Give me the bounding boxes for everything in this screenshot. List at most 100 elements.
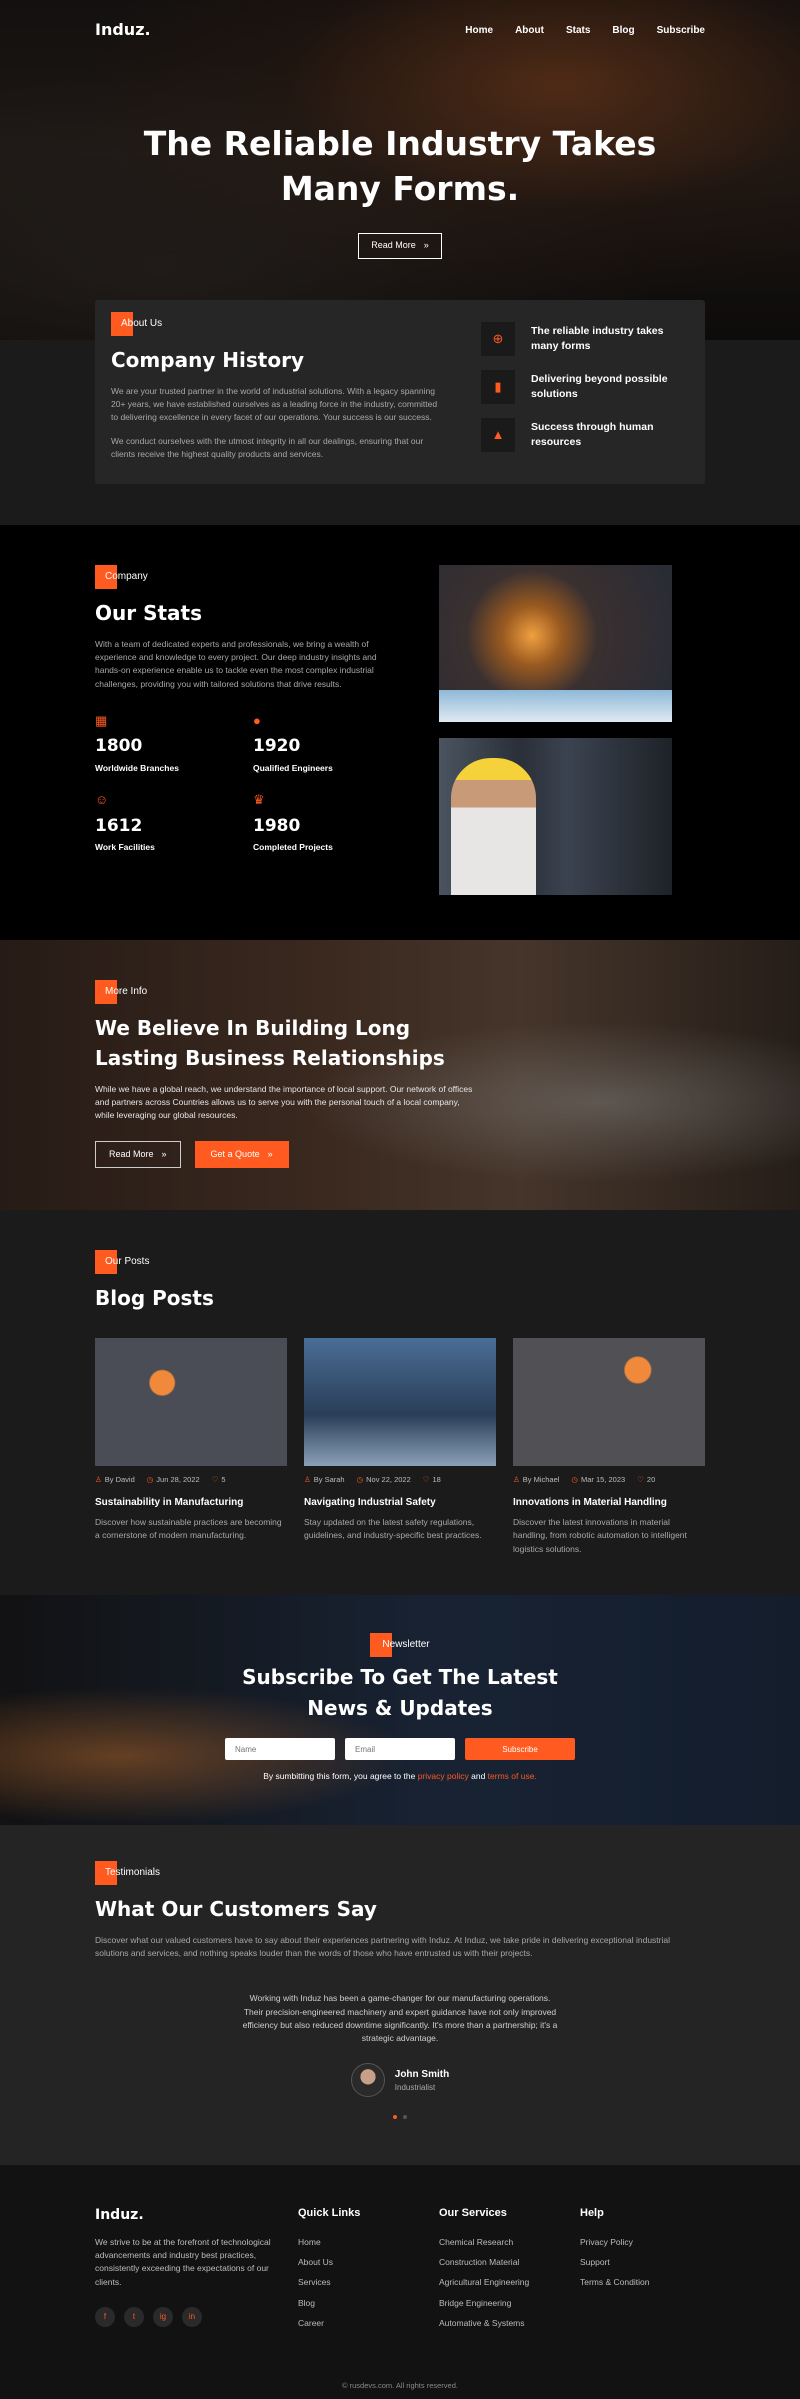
- blog-cards: ♙ By David ◷ Jun 28, 2022 ♡ 5 Sustainabilit…: [95, 1338, 705, 1556]
- blog-card[interactable]: ♙ By Michael ◷ Mar 15, 2023 ♡ 20 Innovation…: [513, 1338, 705, 1556]
- footer-link[interactable]: Support: [580, 2252, 649, 2272]
- nav-item-about[interactable]: About: [515, 23, 544, 38]
- post-title[interactable]: Navigating Industrial Safety: [304, 1495, 496, 1510]
- help-links: Help Privacy Policy Support Terms & Cond…: [580, 2205, 649, 2293]
- twitter-icon[interactable]: t: [124, 2306, 144, 2327]
- footer-link[interactable]: Terms & Condition: [580, 2272, 649, 2292]
- instagram-icon[interactable]: ig: [153, 2306, 173, 2327]
- nav-item-subscribe[interactable]: Subscribe: [657, 23, 705, 38]
- stats-paragraph: With a team of dedicated experts and pro…: [95, 639, 377, 689]
- blog-section: Our Posts Blog Posts ♙ By David ◷ Jun 28, …: [0, 1210, 800, 1595]
- agreement-text: By sumbitting this form, you agree to th…: [263, 1771, 537, 1781]
- thumbs-up-icon: ▲: [481, 418, 515, 452]
- avatar: [350, 2063, 385, 2098]
- terms-of-use-link[interactable]: terms of use.: [488, 1771, 537, 1781]
- stat-label: Qualified Engineers: [253, 762, 333, 773]
- testimonials-tag: Testimonials: [95, 1861, 160, 1885]
- post-author: By David: [104, 1475, 135, 1484]
- copyright: © rusdevs.com. All rights reserved.: [342, 2380, 458, 2390]
- stat-item: ● 1920 Qualified Engineers: [253, 711, 393, 775]
- carousel-dot-active[interactable]: [393, 2115, 397, 2120]
- footer-logo[interactable]: Induz.: [95, 2205, 280, 2226]
- user-icon: ♙: [304, 1475, 311, 1484]
- feature-item: ⊕ The reliable industry takes many forms: [481, 322, 676, 356]
- double-chevron-right-icon: »: [161, 1148, 167, 1159]
- building-icon: ▦: [95, 712, 108, 728]
- services-title: Our Services: [439, 2207, 507, 2219]
- footer-link[interactable]: Blog: [298, 2293, 360, 2313]
- read-more-button[interactable]: Read More »: [95, 1140, 181, 1169]
- footer-link[interactable]: Privacy Policy: [580, 2232, 649, 2252]
- post-date: Jun 28, 2022: [156, 1475, 200, 1484]
- stat-value: 1980: [253, 815, 301, 836]
- clock-icon: ◷: [146, 1475, 154, 1484]
- about-section: About Us Company History We are your tru…: [0, 300, 800, 525]
- smile-icon: ☺: [95, 792, 109, 808]
- stat-item: ☺ 1612 Work Facilities: [95, 790, 253, 854]
- footer-link[interactable]: Career: [298, 2313, 360, 2333]
- footer-link[interactable]: Services: [298, 2272, 360, 2292]
- footer-link[interactable]: Chemical Research: [439, 2232, 529, 2252]
- social-links: f t ig in: [95, 2306, 280, 2327]
- footer-description: We strive to be at the forefront of tech…: [95, 2237, 271, 2287]
- post-title[interactable]: Innovations in Material Handling: [513, 1495, 705, 1510]
- hero-section: Induz. Home About Stats Blog Subscribe T…: [0, 0, 800, 340]
- feature-item: ▮ Delivering beyond possible solutions: [481, 370, 676, 404]
- footer-link[interactable]: Construction Material: [439, 2252, 529, 2272]
- read-more-label: Read More: [109, 1148, 154, 1159]
- blog-thumbnail[interactable]: [95, 1338, 287, 1466]
- thumbs-up-icon: ♡: [637, 1475, 644, 1484]
- post-likes: 5: [221, 1475, 226, 1484]
- newsletter-tag: Newsletter: [370, 1633, 430, 1657]
- newsletter-form: Subscribe: [0, 1738, 800, 1760]
- blog-thumbnail[interactable]: [513, 1338, 705, 1466]
- stat-value: 1920: [253, 736, 301, 757]
- stats-tag: Company: [95, 565, 148, 589]
- testimonials-intro: Discover what our valued customers have …: [95, 1935, 671, 1959]
- post-title[interactable]: Sustainability in Manufacturing: [95, 1495, 287, 1510]
- clock-icon: ◷: [356, 1475, 364, 1484]
- facebook-icon[interactable]: f: [95, 2306, 115, 2327]
- nav-item-blog[interactable]: Blog: [612, 23, 634, 38]
- nav-item-home[interactable]: Home: [465, 23, 493, 38]
- globe-icon: ⊕: [481, 322, 515, 356]
- get-quote-button[interactable]: Get a Quote »: [194, 1140, 289, 1169]
- double-chevron-right-icon: »: [267, 1148, 273, 1159]
- engineer-working-image: [439, 738, 672, 895]
- nav-item-stats[interactable]: Stats: [566, 23, 590, 38]
- footer-link[interactable]: Agricultural Engineering: [439, 2272, 529, 2292]
- about-paragraph-1: We are your trusted partner in the world…: [111, 386, 438, 423]
- hero-read-more-button[interactable]: Read More »: [358, 233, 442, 259]
- stats-title: Our Stats: [95, 601, 202, 625]
- name-input[interactable]: [225, 1738, 335, 1760]
- post-likes: 18: [432, 1475, 441, 1484]
- stats-grid: ▦ 1800 Worldwide Branches ● 1920 Qualifi…: [95, 711, 395, 855]
- post-excerpt: Discover the latest innovations in mater…: [513, 1517, 687, 1554]
- bar-chart-icon: ▮: [481, 370, 515, 404]
- blog-thumbnail[interactable]: [304, 1338, 496, 1466]
- logo[interactable]: Induz.: [95, 18, 151, 42]
- about-card: About Us Company History We are your tru…: [95, 300, 705, 484]
- about-tag: About Us: [111, 312, 162, 336]
- top-nav: Induz. Home About Stats Blog Subscribe: [0, 0, 800, 42]
- footer-link[interactable]: Home: [298, 2232, 360, 2252]
- newsletter-title: Subscribe To Get The Latest News & Updat…: [242, 1665, 558, 1720]
- linkedin-icon[interactable]: in: [182, 2306, 202, 2327]
- testimonials-section: Testimonials What Our Customers Say Disc…: [0, 1825, 800, 2165]
- carousel-dot[interactable]: [403, 2115, 407, 2120]
- footer-link[interactable]: About Us: [298, 2252, 360, 2272]
- blog-card[interactable]: ♙ By David ◷ Jun 28, 2022 ♡ 5 Sustainabilit…: [95, 1338, 287, 1556]
- post-excerpt: Discover how sustainable practices are b…: [95, 1517, 282, 1541]
- stat-value: 1612: [95, 815, 143, 836]
- subscribe-button[interactable]: Subscribe: [465, 1738, 575, 1760]
- footer-link[interactable]: Bridge Engineering: [439, 2293, 529, 2313]
- author-role: Industrialist: [394, 2082, 436, 2092]
- blog-tag: Our Posts: [95, 1250, 149, 1274]
- blog-card[interactable]: ♙ By Sarah ◷ Nov 22, 2022 ♡ 18 Navigating I…: [304, 1338, 496, 1556]
- privacy-policy-link[interactable]: privacy policy: [418, 1771, 469, 1781]
- stat-value: 1800: [95, 736, 143, 757]
- email-input[interactable]: [345, 1738, 455, 1760]
- nav-menu: Home About Stats Blog Subscribe: [465, 23, 705, 38]
- footer-link[interactable]: Automative & Systems: [439, 2313, 529, 2333]
- post-author: By Sarah: [313, 1475, 345, 1484]
